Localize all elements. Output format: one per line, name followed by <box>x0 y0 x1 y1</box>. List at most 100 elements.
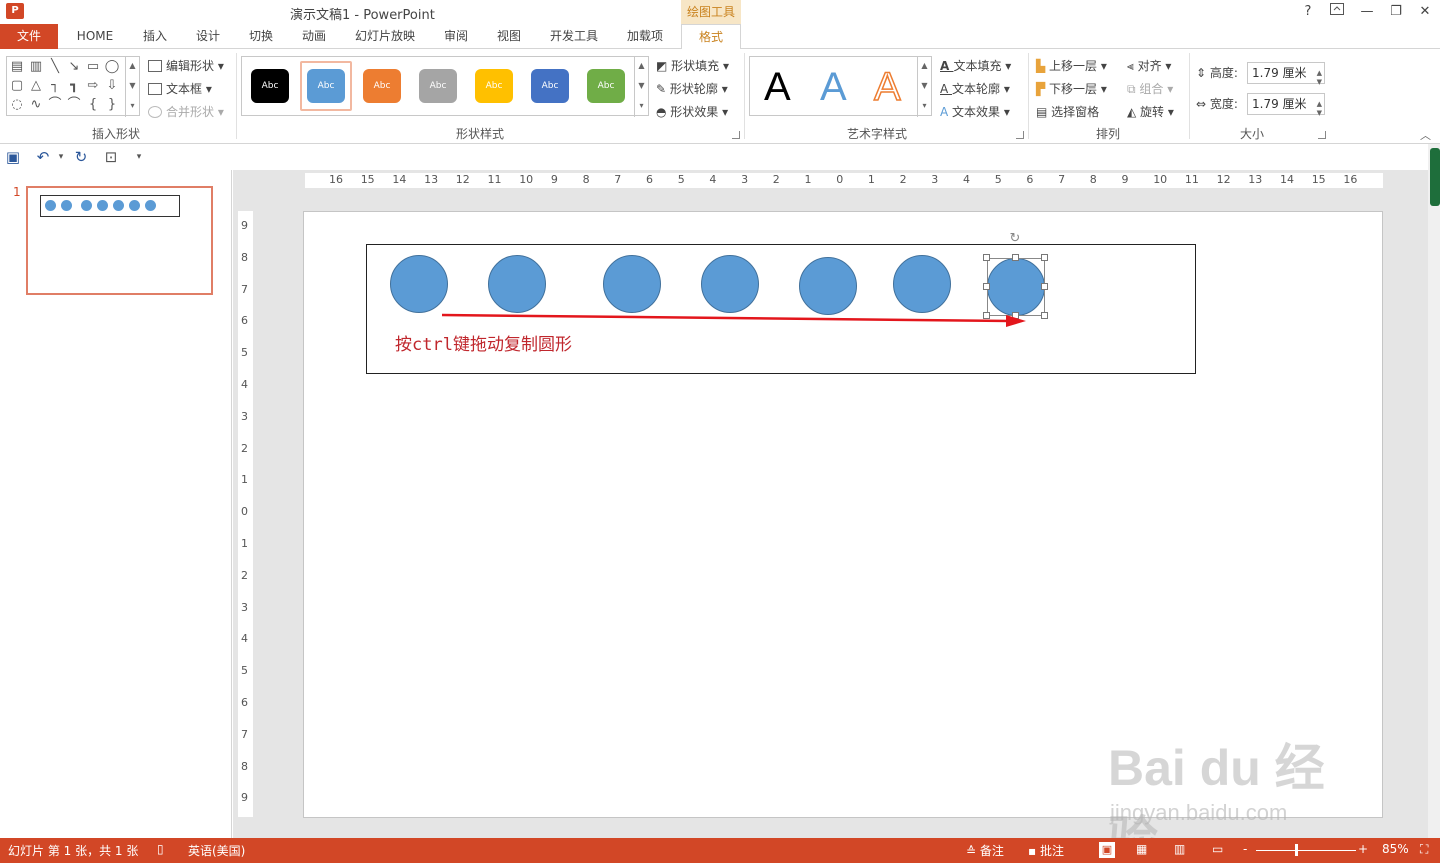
language-status[interactable]: 英语(美国) <box>188 842 245 859</box>
style-swatch-gray[interactable]: Abc <box>419 69 457 103</box>
align-button[interactable]: ⫷ 对齐 ▾ <box>1127 57 1171 74</box>
freeform-shape-icon[interactable]: ◌ <box>9 97 25 113</box>
triangle-shape-icon[interactable]: △ <box>28 78 44 94</box>
rotate-button[interactable]: ◭ 旋转 ▾ <box>1127 103 1174 120</box>
shape-outline-button[interactable]: ✎ 形状轮廓 ▾ <box>656 80 728 97</box>
style-swatch-black[interactable]: Abc <box>251 69 289 103</box>
arc-shape-icon[interactable]: ⌒ <box>47 97 63 113</box>
slide-sorter-view-icon[interactable]: ▦ <box>1136 842 1147 856</box>
wordart-style-blue[interactable]: A <box>820 65 847 110</box>
right-brace-shape-icon[interactable]: } <box>104 97 120 113</box>
reading-view-icon[interactable]: ▥ <box>1174 842 1185 856</box>
wordart-dialog-launcher-icon[interactable] <box>1016 131 1024 139</box>
tab-transitions[interactable]: 切换 <box>242 24 280 49</box>
rotate-handle-icon[interactable]: ↻ <box>1007 232 1023 246</box>
vertical-textbox-shape-icon[interactable]: ▥ <box>28 59 44 75</box>
merge-shapes-button[interactable]: 合并形状 ▾ <box>148 103 224 120</box>
minimize-button[interactable]: — <box>1356 2 1378 22</box>
tab-addins[interactable]: 加载项 <box>620 24 670 49</box>
zoom-level[interactable]: 85% <box>1382 842 1409 856</box>
zoom-slider[interactable] <box>1256 850 1356 851</box>
close-button[interactable]: ✕ <box>1414 2 1436 22</box>
text-fill-button[interactable]: A 文本填充 ▾ <box>940 57 1011 74</box>
width-spin-down-icon[interactable]: ▼ <box>1317 103 1322 123</box>
resize-handle[interactable] <box>1012 254 1019 261</box>
height-field[interactable]: 1.79 厘米 ▲ ▼ <box>1247 62 1325 86</box>
fit-to-window-icon[interactable]: ⛶ <box>1420 842 1428 857</box>
shape-styles-dialog-launcher-icon[interactable] <box>732 131 740 139</box>
text-outline-button[interactable]: A 文本轮廓 ▾ <box>940 80 1010 97</box>
group-button[interactable]: ⧉ 组合 ▾ <box>1127 80 1173 97</box>
ribbon-display-options-icon[interactable] <box>1326 2 1348 22</box>
gallery-scroll-down-icon[interactable]: ▼ <box>125 77 139 97</box>
down-arrow-shape-icon[interactable]: ⇩ <box>104 78 120 94</box>
shapes-gallery[interactable]: ▤ ▥ ╲ ↘ ▭ ◯ ▢ △ ┐ ┓ ⇨ ⇩ ◌ ∿ ⌒ ⌒ { } ▲ ▼ … <box>6 56 140 117</box>
elbow-arrow-connector-shape-icon[interactable]: ┓ <box>66 78 82 94</box>
curve-shape-icon[interactable]: ⌒ <box>66 97 82 113</box>
resize-handle[interactable] <box>1041 254 1048 261</box>
right-arrow-shape-icon[interactable]: ⇨ <box>85 78 101 94</box>
powerpoint-icon[interactable]: P <box>6 3 24 19</box>
blue-circle-shape[interactable] <box>390 255 448 313</box>
edit-shape-button[interactable]: 编辑形状 ▾ <box>148 57 224 74</box>
gallery-scroll-up-icon[interactable]: ▲ <box>125 57 139 77</box>
arrow-line-shape-icon[interactable]: ↘ <box>66 59 82 75</box>
blue-circle-shape[interactable] <box>893 255 951 313</box>
save-icon[interactable]: ▣ <box>4 148 22 166</box>
restore-button[interactable]: ❐ <box>1385 2 1407 22</box>
customize-qat-icon[interactable]: ▾ <box>130 148 148 166</box>
style-swatch-gold[interactable]: Abc <box>475 69 513 103</box>
scribble-shape-icon[interactable]: ∿ <box>28 97 44 113</box>
start-slideshow-icon[interactable]: ⊡ <box>102 148 120 166</box>
help-icon[interactable]: ? <box>1297 2 1319 22</box>
blue-circle-shape[interactable] <box>603 255 661 313</box>
elbow-connector-shape-icon[interactable]: ┐ <box>47 78 63 94</box>
tab-insert[interactable]: 插入 <box>136 24 174 49</box>
height-spin-down-icon[interactable]: ▼ <box>1317 72 1322 92</box>
resize-handle[interactable] <box>1041 283 1048 290</box>
styles-scroll-down-icon[interactable]: ▼ <box>634 77 648 97</box>
shape-effects-button[interactable]: ◓ 形状效果 ▾ <box>656 103 728 120</box>
zoom-slider-thumb[interactable] <box>1295 844 1298 856</box>
tab-home[interactable]: HOME <box>68 24 122 49</box>
normal-view-icon[interactable]: ▣ <box>1099 842 1115 858</box>
oval-shape-icon[interactable]: ◯ <box>104 59 120 75</box>
style-swatch-green[interactable]: Abc <box>587 69 625 103</box>
text-effects-button[interactable]: A 文本效果 ▾ <box>940 103 1010 120</box>
rounded-rectangle-shape-icon[interactable]: ▢ <box>9 78 25 94</box>
style-swatch-dark-blue[interactable]: Abc <box>531 69 569 103</box>
redo-icon[interactable]: ↻ <box>72 148 90 166</box>
comments-button[interactable]: ▪ 批注 <box>1028 842 1064 859</box>
textbox-shape-icon[interactable]: ▤ <box>9 59 25 75</box>
text-box-button[interactable]: 文本框 ▾ <box>148 80 212 97</box>
slide-caption-text[interactable]: 按ctrl键拖动复制圆形 <box>395 330 572 355</box>
wordart-style-orange-outline[interactable]: A <box>873 64 901 110</box>
zoom-in-button[interactable]: + <box>1358 842 1368 856</box>
left-brace-shape-icon[interactable]: { <box>85 97 101 113</box>
width-field[interactable]: 1.79 厘米 ▲ ▼ <box>1247 93 1325 117</box>
slideshow-view-icon[interactable]: ▭ <box>1212 842 1223 856</box>
styles-more-icon[interactable]: ▾ <box>634 97 648 117</box>
spell-check-icon[interactable]: ▯ <box>157 842 164 856</box>
vertical-scrollbar[interactable] <box>1428 144 1440 838</box>
zoom-out-button[interactable]: - <box>1243 842 1247 856</box>
tab-animations[interactable]: 动画 <box>295 24 333 49</box>
collapse-ribbon-icon[interactable]: ︿ <box>1420 127 1431 143</box>
blue-circle-shape[interactable] <box>799 257 857 315</box>
style-swatch-orange[interactable]: Abc <box>363 69 401 103</box>
style-swatch-blue[interactable]: Abc <box>307 69 345 103</box>
wordart-scroll-up-icon[interactable]: ▲ <box>917 57 931 77</box>
resize-handle[interactable] <box>983 283 990 290</box>
tab-slideshow[interactable]: 幻灯片放映 <box>348 24 422 49</box>
tab-design[interactable]: 设计 <box>189 24 227 49</box>
tab-file[interactable]: 文件 <box>0 24 58 49</box>
bring-forward-button[interactable]: ▙ 上移一层 ▾ <box>1036 57 1107 74</box>
shape-styles-gallery[interactable]: Abc Abc Abc Abc Abc Abc Abc ▲ ▼ ▾ <box>241 56 649 117</box>
styles-scroll-up-icon[interactable]: ▲ <box>634 57 648 77</box>
send-backward-button[interactable]: ▛ 下移一层 ▾ <box>1036 80 1107 97</box>
blue-circle-shape[interactable] <box>488 255 546 313</box>
wordart-styles-gallery[interactable]: A A A ▲ ▼ ▾ <box>749 56 932 117</box>
rectangle-shape-icon[interactable]: ▭ <box>85 59 101 75</box>
tab-developer[interactable]: 开发工具 <box>543 24 605 49</box>
resize-handle[interactable] <box>1041 312 1048 319</box>
